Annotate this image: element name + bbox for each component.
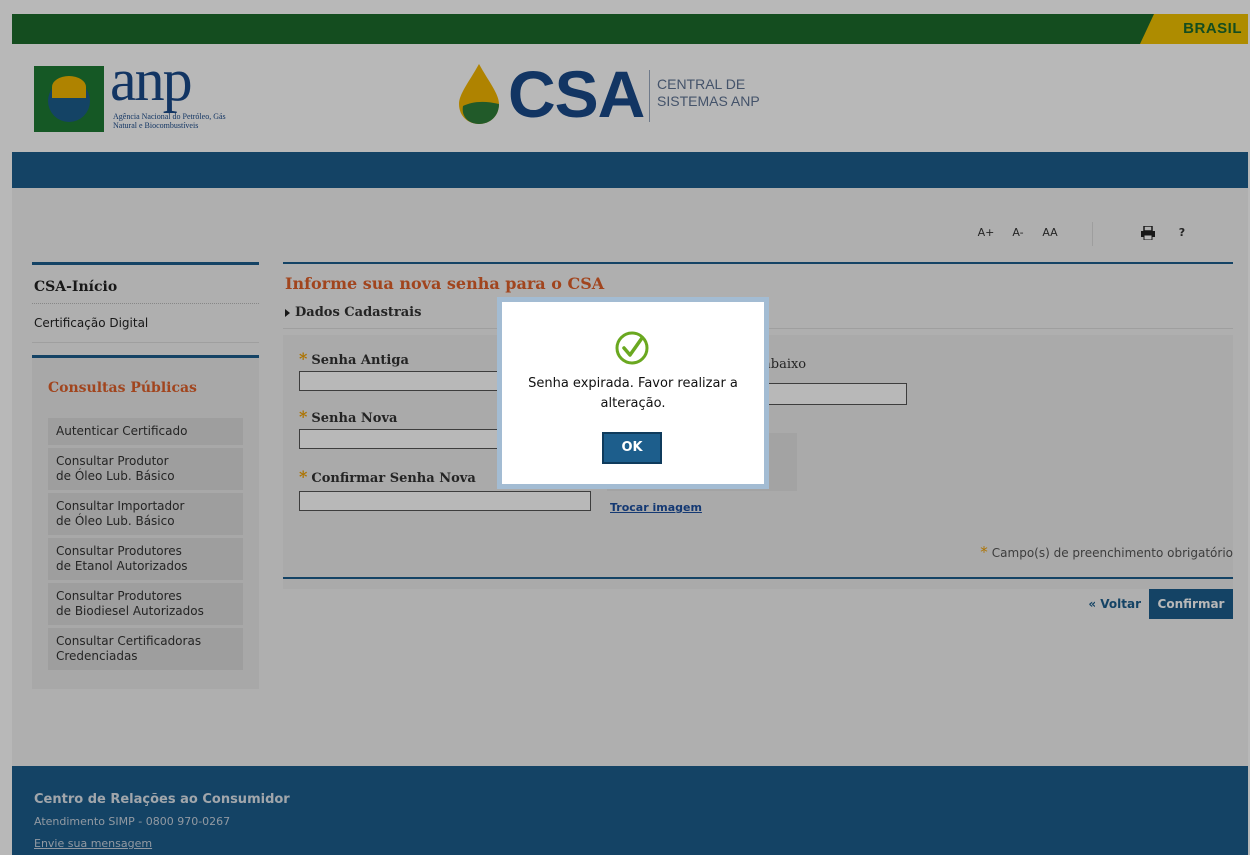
alert-dialog: Senha expirada. Favor realizar a alteraç… <box>497 297 769 489</box>
ok-button[interactable]: OK <box>602 432 662 464</box>
dialog-message: Senha expirada. Favor realizar a alteraç… <box>528 376 738 411</box>
check-circle-icon <box>615 331 649 365</box>
